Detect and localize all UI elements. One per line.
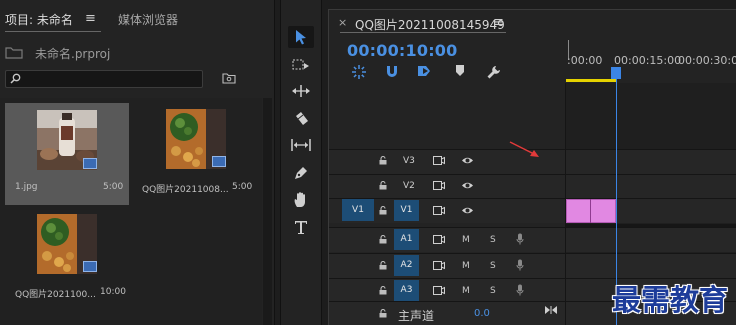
selection-tool[interactable] [288,26,314,48]
annotation-arrow-icon [509,141,539,157]
wrench-settings-icon[interactable] [486,64,502,80]
clip-duration: 10:00 [100,287,126,297]
razor-tool[interactable] [288,108,314,130]
microphone-icon[interactable] [516,233,524,245]
playhead-handle[interactable] [611,67,621,79]
source-patch-v1[interactable]: V1 [342,199,374,221]
eye-icon[interactable] [461,156,474,165]
clip-item[interactable]: QQ图片2021100... 10:00 [5,208,129,310]
type-tool[interactable] [288,216,314,238]
sync-lock-icon[interactable] [433,286,445,295]
selection-arrow-icon [296,30,306,45]
solo-button-a2[interactable]: S [490,261,496,271]
track-row-a2 [329,253,736,278]
ruler-label: 00:00:30:0 [678,54,736,67]
pen-icon [295,167,307,179]
type-icon [295,221,307,234]
clip-duration: 5:00 [103,182,124,192]
panel-menu-icon[interactable]: ≡ [85,11,96,26]
playhead-timecode[interactable]: 00:00:10:00 [347,41,457,60]
clip-type-badge [212,156,226,167]
track-select-icon [292,59,309,70]
pen-tool[interactable] [288,162,314,184]
track-row-a1 [329,227,736,252]
clip-item[interactable]: 1.jpg 5:00 [5,103,129,205]
track-name-a2[interactable]: A2 [394,255,419,276]
linked-selection-icon[interactable] [417,64,435,79]
timeline-clip-v1[interactable] [566,199,616,223]
search-icon [10,73,21,84]
lock-icon[interactable] [379,286,387,295]
eye-icon[interactable] [461,206,474,215]
clip-item[interactable]: QQ图片20211008... 5:00 [134,103,258,205]
ripple-edit-tool[interactable] [288,80,314,102]
ruler-label: :00:00 [567,54,603,67]
new-bin-icon[interactable] [222,72,236,84]
track-name-a1[interactable]: A1 [394,229,419,250]
slip-tool[interactable] [288,134,314,156]
work-area-bar[interactable] [566,79,616,82]
tab-media-browser[interactable]: 媒体浏览器 [118,11,178,28]
bin-scrollbar[interactable] [263,98,272,325]
sync-lock-icon[interactable] [433,235,445,244]
eye-icon[interactable] [461,181,474,190]
lock-icon[interactable] [379,206,387,215]
track-name-v2: V2 [403,181,415,191]
hand-tool[interactable] [288,188,314,210]
sync-lock-icon[interactable] [433,261,445,270]
hand-icon [294,191,305,207]
panel-menu-icon[interactable]: ≡ [493,15,504,30]
clip-boundary [590,199,591,223]
project-file-name: 未命名.prproj [35,47,111,61]
snap-magnet-icon[interactable] [385,64,399,79]
mute-button-a3[interactable]: M [462,286,470,296]
ripple-edit-icon [292,85,310,97]
slip-icon [291,139,311,151]
track-row-v1 [329,198,736,223]
tab-project[interactable]: 项目: 未命名 [5,11,73,28]
nest-sequence-icon[interactable] [351,64,367,80]
lock-icon[interactable] [379,235,387,244]
track-name-v1[interactable]: V1 [394,200,419,221]
clip-type-badge [83,261,97,272]
track-row-v2 [329,174,736,199]
razor-icon [296,112,308,125]
sync-lock-icon[interactable] [433,156,445,165]
go-to-end-icon[interactable] [544,305,558,315]
mute-button-a1[interactable]: M [462,235,470,245]
microphone-icon[interactable] [516,284,524,296]
microphone-icon[interactable] [516,259,524,271]
clip-name: QQ图片2021100... [15,290,96,300]
lock-icon[interactable] [379,261,387,270]
clip-name: 1.jpg [15,182,38,192]
track-name-a3[interactable]: A3 [394,280,419,301]
clip-type-badge [83,158,97,169]
solo-button-a1[interactable]: S [490,235,496,245]
project-folder-icon [5,47,23,59]
lock-icon[interactable] [379,181,387,190]
watermark-logo: 最需教育 [612,283,729,317]
sync-lock-icon[interactable] [433,181,445,190]
sync-lock-icon[interactable] [433,206,445,215]
mute-button-a2[interactable]: M [462,261,470,271]
ruler-label: 00:00:15:00 [614,54,682,67]
tab-active-underline [340,32,506,33]
tab-active-underline [5,31,101,32]
sequence-tab-title[interactable]: QQ图片20211008145949 [355,16,505,33]
solo-button-a3[interactable]: S [490,286,496,296]
close-icon[interactable]: × [338,16,347,29]
clip-duration: 5:00 [232,182,253,192]
lock-icon[interactable] [379,309,387,318]
track-select-tool[interactable] [288,54,314,76]
search-input[interactable] [5,70,203,88]
master-volume-value[interactable]: 0.0 [474,308,490,319]
add-marker-icon[interactable] [455,64,465,77]
clip-name: QQ图片20211008... [142,185,229,195]
lock-icon[interactable] [379,156,387,165]
track-name-v3: V3 [403,156,415,166]
master-track-label: 主声道 [398,309,435,323]
